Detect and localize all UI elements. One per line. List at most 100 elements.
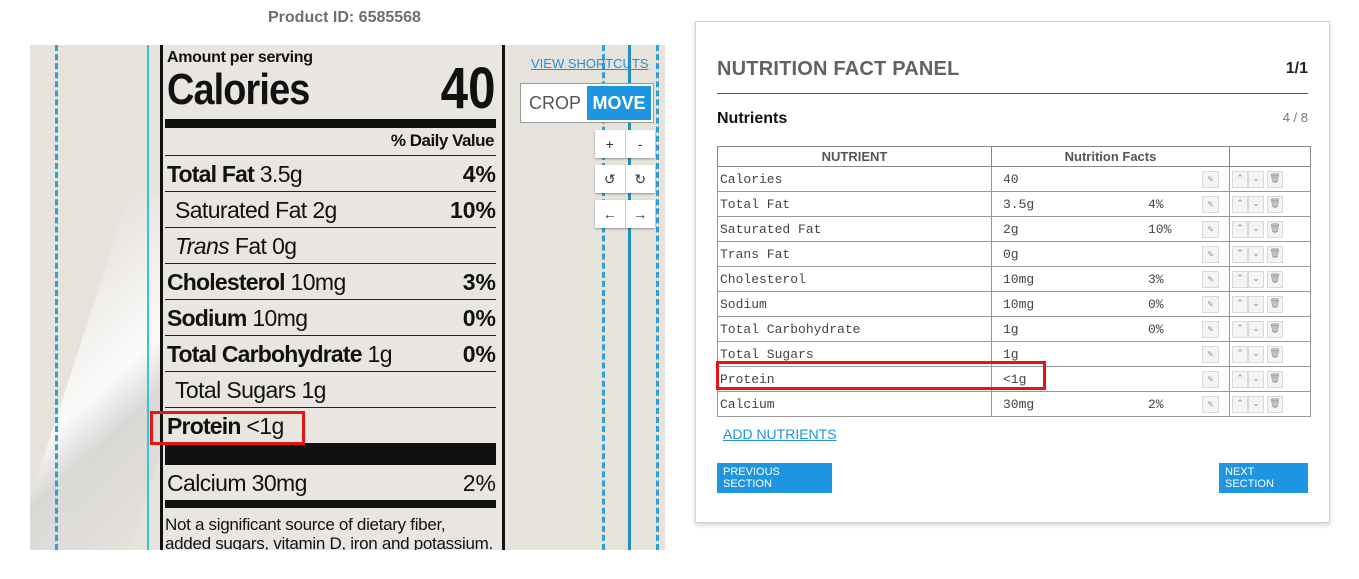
edit-icon[interactable]: ✎ <box>1202 196 1219 213</box>
zoom-controls: + - <box>595 130 655 158</box>
move-down-icon[interactable]: ⌄ <box>1248 220 1264 238</box>
label-row: Total Sugars 1g <box>165 371 496 407</box>
move-up-icon[interactable]: ⌃ <box>1232 395 1248 413</box>
nutrient-value-cell[interactable]: 0g ✎ <box>991 241 1230 267</box>
nutrient-name-cell[interactable]: Saturated Fat <box>717 216 992 242</box>
edit-icon[interactable]: ✎ <box>1202 371 1219 388</box>
edit-icon[interactable]: ✎ <box>1202 171 1219 188</box>
move-down-icon[interactable]: ⌄ <box>1248 345 1264 363</box>
edit-icon[interactable]: ✎ <box>1202 396 1219 413</box>
nutrient-name-cell[interactable]: Trans Fat <box>717 241 992 267</box>
move-down-icon[interactable]: ⌄ <box>1248 370 1264 388</box>
delete-icon[interactable]: 🗑 <box>1267 220 1283 238</box>
label-row: Saturated Fat 2g 10% <box>165 191 496 227</box>
move-up-icon[interactable]: ⌃ <box>1232 345 1248 363</box>
nutrient-name-cell[interactable]: Total Fat <box>717 191 992 217</box>
row-actions-cell: ⌃ ⌄ 🗑 <box>1229 166 1311 192</box>
nutrient-value-cell[interactable]: 2g 10% ✎ <box>991 216 1230 242</box>
move-down-icon[interactable]: ⌄ <box>1248 245 1264 263</box>
guide-solid-left <box>147 45 149 550</box>
row-actions-cell: ⌃ ⌄ 🗑 <box>1229 241 1311 267</box>
label-row: Total Fat 3.5g 4% <box>165 155 496 191</box>
row-actions-cell: ⌃ ⌄ 🗑 <box>1229 341 1311 367</box>
delete-icon[interactable]: 🗑 <box>1267 195 1283 213</box>
label-row: Trans Fat 0g <box>165 227 496 263</box>
zoom-out-button[interactable]: - <box>624 130 656 158</box>
nutrient-value-cell[interactable]: 10mg 0% ✎ <box>991 291 1230 317</box>
table-row: Saturated Fat 2g 10% ✎ ⌃ ⌄ 🗑 <box>717 216 1311 242</box>
nutrient-name-cell[interactable]: Sodium <box>717 291 992 317</box>
panel-title: NUTRITION FACT PANEL <box>717 58 960 80</box>
nutrition-fact-panel: NUTRITION FACT PANEL 1/1 Nutrients 4 / 8… <box>695 21 1330 523</box>
column-header-nutrition-facts: Nutrition Facts <box>991 146 1230 167</box>
arrow-left-icon[interactable]: ← <box>595 200 625 228</box>
edit-icon[interactable]: ✎ <box>1202 271 1219 288</box>
delete-icon[interactable]: 🗑 <box>1267 320 1283 338</box>
nutrient-value-cell[interactable]: 1g 0% ✎ <box>991 316 1230 342</box>
arrow-right-icon[interactable]: → <box>624 200 656 228</box>
delete-icon[interactable]: 🗑 <box>1267 245 1283 263</box>
edit-icon[interactable]: ✎ <box>1202 296 1219 313</box>
rotate-right-icon[interactable]: ↻ <box>624 165 656 193</box>
move-down-icon[interactable]: ⌄ <box>1248 395 1264 413</box>
row-actions-cell: ⌃ ⌄ 🗑 <box>1229 291 1311 317</box>
move-up-icon[interactable]: ⌃ <box>1232 320 1248 338</box>
label-black-bar <box>165 443 496 465</box>
move-up-icon[interactable]: ⌃ <box>1232 245 1248 263</box>
edit-icon[interactable]: ✎ <box>1202 221 1219 238</box>
calories-value-text: 40 <box>441 56 496 121</box>
nutrient-value-cell[interactable]: 10mg 3% ✎ <box>991 266 1230 292</box>
move-down-icon[interactable]: ⌄ <box>1248 195 1264 213</box>
nutrient-name-cell[interactable]: Cholesterol <box>717 266 992 292</box>
next-section-button[interactable]: NEXT SECTION <box>1219 463 1308 493</box>
nutrient-value-cell[interactable]: 40 ✎ <box>991 166 1230 192</box>
move-up-icon[interactable]: ⌃ <box>1232 270 1248 288</box>
move-down-icon[interactable]: ⌄ <box>1248 270 1264 288</box>
label-thick-bar <box>165 119 496 128</box>
guide-dashed-left <box>55 45 58 550</box>
table-row: Calories 40 ✎ ⌃ ⌄ 🗑 <box>717 166 1311 192</box>
nutrient-percent: 10% <box>1148 222 1172 237</box>
edit-icon[interactable]: ✎ <box>1202 321 1219 338</box>
product-id: Product ID: 6585568 <box>268 9 421 26</box>
column-header-nutrient: NUTRIENT <box>717 146 992 167</box>
delete-icon[interactable]: 🗑 <box>1267 345 1283 363</box>
move-up-icon[interactable]: ⌃ <box>1232 220 1248 238</box>
previous-section-button[interactable]: PREVIOUS SECTION <box>717 463 832 493</box>
nutrient-name-cell[interactable]: Calories <box>717 166 992 192</box>
move-button[interactable]: MOVE <box>587 86 651 120</box>
edit-icon[interactable]: ✎ <box>1202 346 1219 363</box>
label-row-calcium: Calcium 30mg 2% <box>167 470 496 496</box>
label-row: Sodium 10mg 0% <box>165 299 496 335</box>
nutrient-name-cell[interactable]: Calcium <box>717 391 992 417</box>
delete-icon[interactable]: 🗑 <box>1267 370 1283 388</box>
table-header-row: NUTRIENT Nutrition Facts <box>717 146 1311 167</box>
add-nutrients-link[interactable]: ADD NUTRIENTS <box>723 426 837 442</box>
rotate-left-icon[interactable]: ↺ <box>595 165 625 193</box>
move-up-icon[interactable]: ⌃ <box>1232 170 1248 188</box>
column-header-actions <box>1229 146 1311 167</box>
crop-button[interactable]: CROP <box>523 86 587 120</box>
nutrient-percent: 4% <box>1148 197 1164 212</box>
label-row: Cholesterol 10mg 3% <box>165 263 496 299</box>
nutrient-name-cell[interactable]: Total Carbohydrate <box>717 316 992 342</box>
edit-icon[interactable]: ✎ <box>1202 246 1219 263</box>
nutrient-percent: 2% <box>1148 397 1164 412</box>
view-shortcuts-link[interactable]: VIEW SHORTCUTS <box>531 56 649 71</box>
delete-icon[interactable]: 🗑 <box>1267 270 1283 288</box>
table-row: Total Fat 3.5g 4% ✎ ⌃ ⌄ 🗑 <box>717 191 1311 217</box>
delete-icon[interactable]: 🗑 <box>1267 395 1283 413</box>
nutrient-value: 30mg <box>1003 397 1035 412</box>
nutrient-value-cell[interactable]: 30mg 2% ✎ <box>991 391 1230 417</box>
table-row: Calcium 30mg 2% ✎ ⌃ ⌄ 🗑 <box>717 391 1311 417</box>
move-up-icon[interactable]: ⌃ <box>1232 295 1248 313</box>
delete-icon[interactable]: 🗑 <box>1267 170 1283 188</box>
nutrient-value-cell[interactable]: 3.5g 4% ✎ <box>991 191 1230 217</box>
move-down-icon[interactable]: ⌄ <box>1248 320 1264 338</box>
move-down-icon[interactable]: ⌄ <box>1248 295 1264 313</box>
move-down-icon[interactable]: ⌄ <box>1248 170 1264 188</box>
move-up-icon[interactable]: ⌃ <box>1232 370 1248 388</box>
zoom-in-button[interactable]: + <box>595 130 625 158</box>
delete-icon[interactable]: 🗑 <box>1267 295 1283 313</box>
move-up-icon[interactable]: ⌃ <box>1232 195 1248 213</box>
